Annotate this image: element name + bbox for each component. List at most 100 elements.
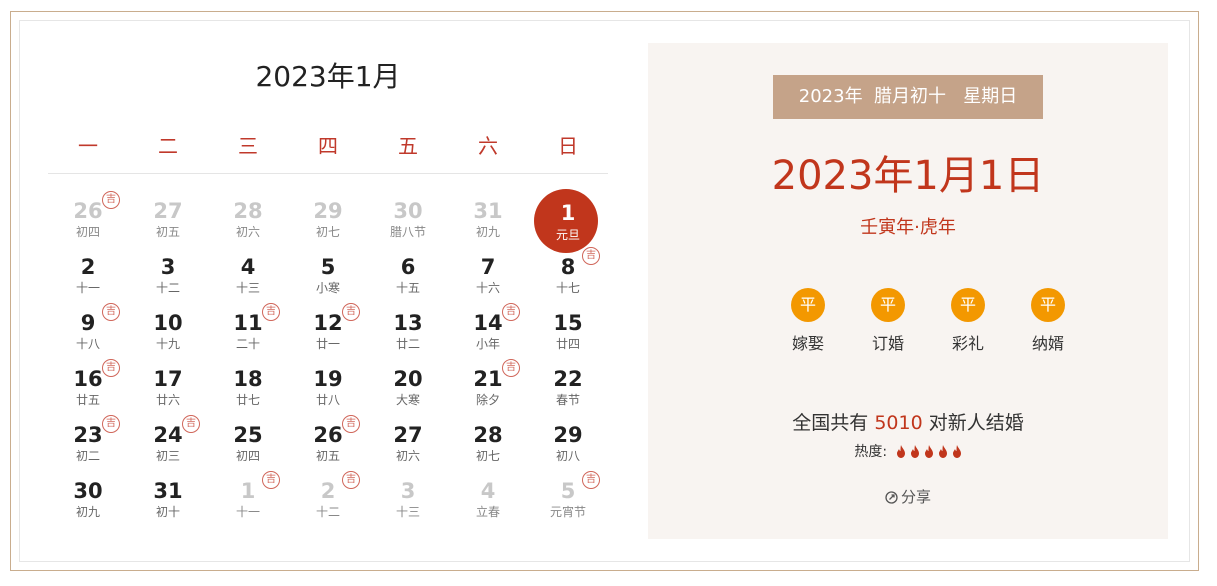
day-number: 31 [473, 199, 503, 223]
wedding-count-prefix: 全国共有 [792, 412, 875, 434]
day-number: 1 [560, 201, 576, 225]
auspicious-badge: 吉 [342, 471, 360, 489]
day-lunar-label: 廿二 [395, 337, 420, 351]
auspice-level-badge: 平 [791, 288, 825, 322]
day-lunar-label: 元旦 [555, 228, 580, 242]
calendar-day[interactable]: 31 初十 [128, 471, 208, 527]
calendar: 2023年1月 一二三四五六日 26 初四吉 27 初五 28 初六 29 初七 30 腊八节 31… [48, 40, 608, 540]
calendar-day[interactable]: 26 初五吉 [288, 415, 368, 471]
calendar-day[interactable]: 9 十八吉 [48, 303, 128, 359]
auspice-item: 平嫁娶 [768, 288, 848, 358]
flame-icon [924, 445, 933, 458]
calendar-day[interactable]: 1 十一吉 [208, 471, 288, 527]
calendar-day[interactable]: 14 小年吉 [448, 303, 528, 359]
day-number: 4 [240, 255, 256, 279]
calendar-day[interactable]: 28 初七 [448, 415, 528, 471]
calendar-day[interactable]: 11 二十吉 [208, 303, 288, 359]
day-lunar-label: 初九 [75, 505, 100, 519]
calendar-day[interactable]: 6 十五 [368, 247, 448, 303]
auspice-items: 平嫁娶平订婚平彩礼平纳婿 [768, 288, 1088, 358]
calendar-day[interactable]: 16 廿五吉 [48, 359, 128, 415]
calendar-day[interactable]: 31 初九 [448, 191, 528, 247]
day-lunar-label: 初七 [475, 449, 500, 463]
calendar-day[interactable]: 25 初四 [208, 415, 288, 471]
calendar-day[interactable]: 29 初八 [528, 415, 608, 471]
calendar-day[interactable]: 2 十一 [48, 247, 128, 303]
weekday-label: 四 [318, 134, 338, 158]
calendar-day-selected[interactable]: 1 元旦 [528, 189, 608, 253]
wedding-count-suffix: 对新人结婚 [922, 412, 1024, 434]
auspicious-badge: 吉 [342, 415, 360, 433]
day-number: 30 [73, 479, 103, 503]
ganzhi-year: 壬寅年·虎年 [860, 217, 956, 238]
weekday-label: 五 [398, 134, 418, 158]
day-lunar-label: 廿六 [155, 393, 180, 407]
calendar-day[interactable]: 26 初四吉 [48, 191, 128, 247]
day-lunar-label: 小年 [475, 337, 500, 351]
auspice-level-badge: 平 [1031, 288, 1065, 322]
calendar-day[interactable]: 23 初二吉 [48, 415, 128, 471]
day-number: 22 [553, 367, 583, 391]
day-number: 3 [160, 255, 176, 279]
weekday-label: 六 [478, 134, 498, 158]
calendar-day[interactable]: 28 初六 [208, 191, 288, 247]
calendar-day[interactable]: 4 立春 [448, 471, 528, 527]
day-lunar-label: 春节 [555, 393, 580, 407]
auspicious-badge: 吉 [502, 359, 520, 377]
day-number: 15 [553, 311, 583, 335]
calendar-day[interactable]: 2 十二吉 [288, 471, 368, 527]
calendar-day[interactable]: 17 廿六 [128, 359, 208, 415]
day-lunar-label: 小寒 [315, 281, 340, 295]
calendar-day[interactable]: 30 腊八节 [368, 191, 448, 247]
calendar-day[interactable]: 15 廿四 [528, 303, 608, 359]
calendar-day[interactable]: 5 小寒 [288, 247, 368, 303]
calendar-day[interactable]: 12 廿一吉 [288, 303, 368, 359]
day-number: 19 [313, 367, 343, 391]
calendar-day[interactable]: 21 除夕吉 [448, 359, 528, 415]
calendar-day[interactable]: 29 初七 [288, 191, 368, 247]
day-number: 2 [80, 255, 96, 279]
day-lunar-label: 廿五 [75, 393, 100, 407]
calendar-day[interactable]: 10 十九 [128, 303, 208, 359]
day-number: 13 [393, 311, 423, 335]
day-number: 31 [153, 479, 183, 503]
auspicious-badge: 吉 [582, 247, 600, 265]
weekday-divider [48, 173, 608, 174]
day-lunar-label: 十五 [395, 281, 420, 295]
day-lunar-label: 初八 [555, 449, 580, 463]
calendar-day[interactable]: 3 十二 [128, 247, 208, 303]
calendar-day[interactable]: 8 十七吉 [528, 247, 608, 303]
auspice-level-badge: 平 [951, 288, 985, 322]
flame-icon [896, 445, 905, 458]
day-lunar-label: 十二 [155, 281, 180, 295]
day-lunar-label: 廿八 [315, 393, 340, 407]
calendar-day[interactable]: 13 廿二 [368, 303, 448, 359]
weekday-header: 一二三四五六日 [48, 130, 608, 160]
calendar-day[interactable]: 27 初五 [128, 191, 208, 247]
calendar-day[interactable]: 5 元宵节吉 [528, 471, 608, 527]
auspice-item: 平彩礼 [928, 288, 1008, 358]
day-lunar-label: 初五 [155, 225, 180, 239]
day-number: 27 [393, 423, 423, 447]
calendar-day[interactable]: 20 大寒 [368, 359, 448, 415]
day-number: 28 [473, 423, 503, 447]
auspice-level-badge: 平 [871, 288, 905, 322]
day-number: 3 [400, 479, 416, 503]
day-number: 20 [393, 367, 423, 391]
calendar-day[interactable]: 30 初九 [48, 471, 128, 527]
share-button[interactable]: 分享 [648, 486, 1168, 507]
calendar-day[interactable]: 7 十六 [448, 247, 528, 303]
day-lunar-label: 腊八节 [389, 225, 426, 239]
calendar-day[interactable]: 27 初六 [368, 415, 448, 471]
calendar-day[interactable]: 24 初三吉 [128, 415, 208, 471]
calendar-day[interactable]: 19 廿八 [288, 359, 368, 415]
calendar-day[interactable]: 22 春节 [528, 359, 608, 415]
calendar-day[interactable]: 3 十三 [368, 471, 448, 527]
calendar-day[interactable]: 18 廿七 [208, 359, 288, 415]
calendar-day[interactable]: 4 十三 [208, 247, 288, 303]
auspicious-badge: 吉 [102, 191, 120, 209]
lunar-date-bar: 2023年 腊月初十 星期日 [773, 75, 1043, 119]
flame-icon [952, 445, 961, 458]
day-lunar-label: 十二 [315, 505, 340, 519]
heat-rating: 热度: [648, 441, 1168, 461]
